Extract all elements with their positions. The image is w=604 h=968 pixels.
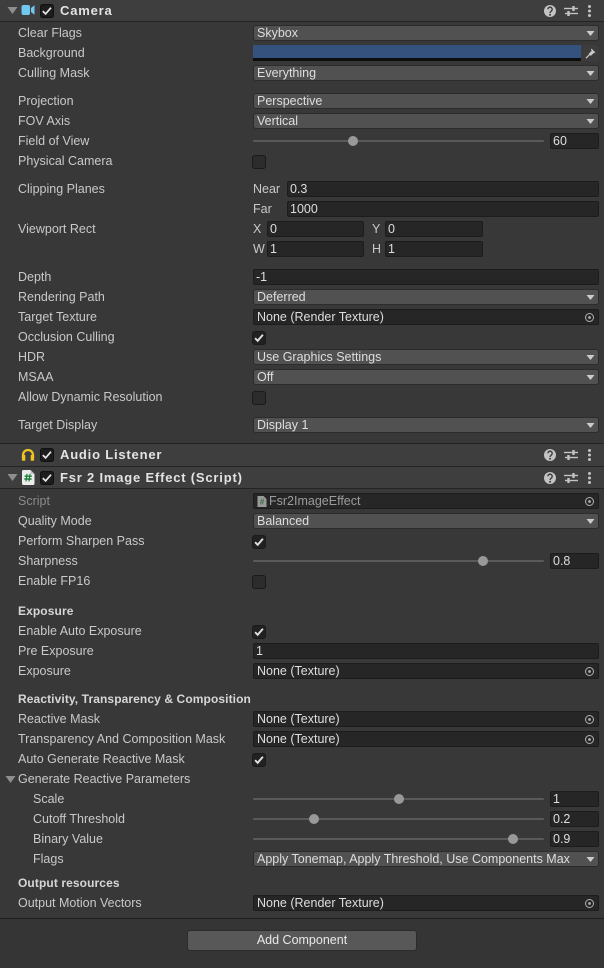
- svg-text:#: #: [260, 498, 265, 507]
